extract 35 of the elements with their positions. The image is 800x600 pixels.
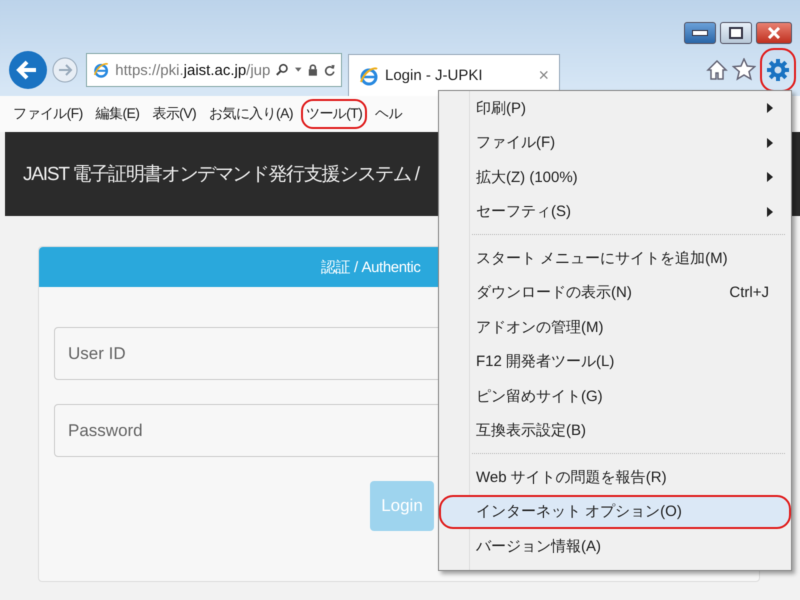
close-tab-button[interactable]: × xyxy=(538,65,549,86)
menu-bar-item[interactable]: ヘル xyxy=(370,99,407,129)
star-icon[interactable] xyxy=(732,58,756,82)
menu-item[interactable]: 拡大(Z) (100%) xyxy=(439,160,791,194)
shortcut-label: Ctrl+J xyxy=(729,284,769,302)
refresh-icon[interactable] xyxy=(324,62,335,78)
maximize-button[interactable] xyxy=(720,22,752,44)
close-icon xyxy=(767,27,781,39)
menu-item[interactable]: ファイル(F) xyxy=(439,126,791,160)
minimize-button[interactable] xyxy=(684,22,716,44)
menu-bar-item[interactable]: ツール(T) xyxy=(300,99,368,129)
card-title: 認証 / Authentic xyxy=(321,258,420,276)
browser-tab[interactable]: Login - J-UPKI × xyxy=(348,54,560,96)
close-button[interactable] xyxy=(756,22,792,44)
menu-item[interactable]: スタート メニューにサイトを追加(M) xyxy=(439,241,791,276)
menu-bar-item[interactable]: お気に入り(A) xyxy=(204,99,298,129)
menu-item[interactable]: バージョン情報(A) xyxy=(439,529,791,564)
menu-item[interactable]: Web サイトの問題を報告(R) xyxy=(439,460,791,494)
menu-item[interactable]: インターネット オプション(O) xyxy=(439,494,791,529)
home-icon[interactable] xyxy=(706,59,728,81)
settings-icon[interactable] xyxy=(766,58,790,82)
browser-logo-icon xyxy=(359,66,379,86)
address-bar[interactable]: https://pki.jaist.ac.jp/jup xyxy=(86,53,342,87)
menu-bar-item[interactable]: ファイル(F) xyxy=(8,99,88,129)
menu-item[interactable]: ダウンロードの表示(N) Ctrl+J xyxy=(439,276,791,310)
page-title: JAIST 電子証明書オンデマンド発行支援システム / xyxy=(23,163,419,187)
back-button[interactable] xyxy=(8,50,48,90)
menu-bar-item[interactable]: 編集(E) xyxy=(90,99,144,129)
address-url: https://pki.jaist.ac.jp/jup xyxy=(115,62,270,78)
menu-item[interactable]: セーフティ(S) xyxy=(439,194,791,229)
lock-icon[interactable] xyxy=(308,62,318,78)
search-icon[interactable] xyxy=(276,62,290,78)
dropdown-icon[interactable] xyxy=(295,67,302,73)
browser-logo-icon xyxy=(93,60,110,80)
menu-bar-item[interactable]: 表示(V) xyxy=(147,99,202,129)
